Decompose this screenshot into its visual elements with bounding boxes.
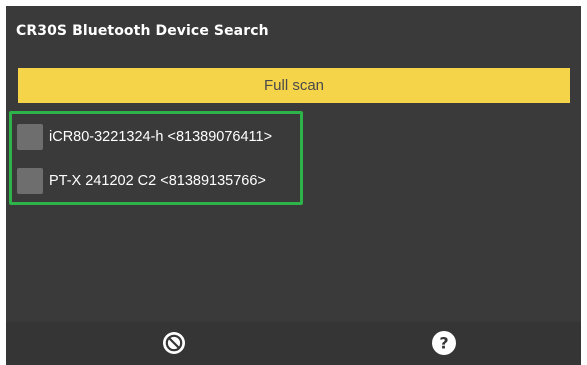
help-icon[interactable]: ? [429,328,459,358]
title-bar: CR30S Bluetooth Device Search [6,6,581,58]
device-label: PT-X 241202 C2 <81389135766> [49,173,266,189]
cancel-icon[interactable] [159,328,189,358]
full-scan-button[interactable]: Full scan [18,68,570,103]
svg-text:?: ? [439,334,448,353]
device-label: iCR80-3221324-h <81389076411> [49,129,273,145]
app-window: CR30S Bluetooth Device Search Full scan … [6,6,581,365]
device-item-1[interactable]: iCR80-3221324-h <81389076411> [17,122,272,152]
window-title: CR30S Bluetooth Device Search [16,23,269,39]
device-checkbox[interactable] [17,124,43,150]
device-checkbox[interactable] [17,168,43,194]
bottom-toolbar: ? [6,322,581,365]
device-item-2[interactable]: PT-X 241202 C2 <81389135766> [17,166,266,196]
